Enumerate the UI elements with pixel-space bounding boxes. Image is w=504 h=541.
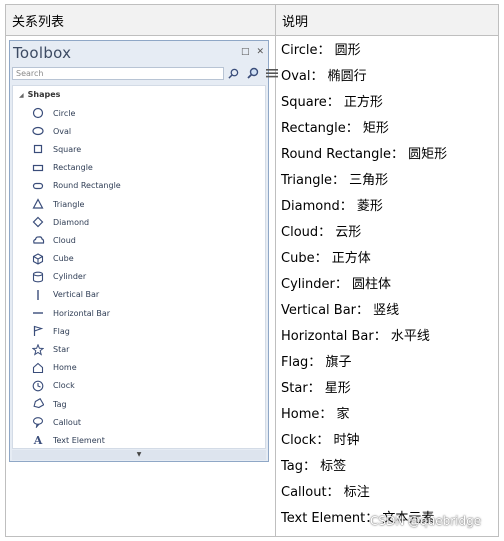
search-toolbar xyxy=(226,66,279,80)
tool-label: Flag xyxy=(53,326,70,336)
tool-item-cloud[interactable]: Cloud xyxy=(31,231,121,249)
tool-item-star[interactable]: Star xyxy=(31,340,121,358)
tool-label: Triangle xyxy=(53,199,85,209)
toolbox-body: ◢ Shapes Circle Oval Square Rectangle Rou… xyxy=(12,85,266,449)
tool-label: Cylinder xyxy=(53,272,87,282)
tool-label: Text Element xyxy=(53,435,105,445)
description-list: Circle： 圆形 Oval： 椭圆行 Square： 正方形 Rectang… xyxy=(281,40,447,534)
collapse-triangle-icon[interactable]: ◢ xyxy=(19,92,24,99)
description-clock: Clock： 时钟 xyxy=(281,433,360,448)
tool-item-cylinder[interactable]: Cylinder xyxy=(31,268,121,286)
tool-item-horizontal-bar[interactable]: Horizontal Bar xyxy=(31,304,121,322)
description-star: Star： 星形 xyxy=(281,381,351,396)
tool-label: Rectangle xyxy=(53,163,93,173)
square-icon xyxy=(31,143,45,155)
tool-label: Oval xyxy=(53,126,72,136)
tool-item-round-rectangle[interactable]: Round Rectangle xyxy=(31,177,121,195)
cylinder-icon xyxy=(31,271,45,283)
vertical-bar-icon xyxy=(31,289,45,301)
star-icon xyxy=(31,343,45,356)
scroll-down-arrow[interactable]: ▼ xyxy=(12,450,266,460)
menu-icon[interactable] xyxy=(264,66,279,80)
tool-label: Round Rectangle xyxy=(53,181,121,191)
text-element-icon: A xyxy=(33,433,43,447)
tool-item-flag[interactable]: Flag xyxy=(31,322,121,340)
description-cloud: Cloud： 云形 xyxy=(281,225,362,240)
description-square: Square： 正方形 xyxy=(281,95,383,110)
tool-item-tag[interactable]: Tag xyxy=(31,395,121,413)
tool-label: Circle xyxy=(53,108,76,118)
tool-label: Diamond xyxy=(53,217,90,227)
oval-icon xyxy=(31,125,45,137)
advanced-search-icon[interactable] xyxy=(245,66,260,80)
cube-icon xyxy=(31,252,45,265)
diamond-icon xyxy=(31,216,45,228)
tool-label: Home xyxy=(53,363,77,373)
shape-list: Circle Oval Square Rectangle Round Recta… xyxy=(31,104,121,448)
tool-item-vertical-bar[interactable]: Vertical Bar xyxy=(31,286,121,304)
tool-label: Callout xyxy=(53,417,82,427)
column-header-description: 说明 xyxy=(275,4,499,36)
search-input[interactable]: Search xyxy=(12,67,224,80)
tool-label: Square xyxy=(53,144,82,154)
description-round-rectangle: Round Rectangle： 圆矩形 xyxy=(281,147,448,162)
tool-item-rectangle[interactable]: Rectangle xyxy=(31,159,121,177)
round-rectangle-icon xyxy=(31,180,45,192)
tag-icon xyxy=(31,398,45,410)
search-icon[interactable] xyxy=(226,66,241,80)
description-vertical-bar: Vertical Bar： 竖线 xyxy=(281,303,400,318)
tool-item-triangle[interactable]: Triangle xyxy=(31,195,121,213)
description-flag: Flag： 旗子 xyxy=(281,355,352,370)
description-tag: Tag： 标签 xyxy=(281,459,347,474)
clock-icon xyxy=(31,380,45,392)
tool-item-text-element[interactable]: A Text Element xyxy=(31,431,121,448)
tool-item-clock[interactable]: Clock xyxy=(31,377,121,395)
tool-label: Star xyxy=(53,345,70,355)
dock-icon[interactable]: □ xyxy=(241,47,250,57)
tool-item-square[interactable]: Square xyxy=(31,140,121,158)
description-horizontal-bar: Horizontal Bar： 水平线 xyxy=(281,329,430,344)
triangle-icon xyxy=(31,198,45,210)
rectangle-icon xyxy=(31,162,45,174)
tool-label: Cloud xyxy=(53,235,76,245)
flag-icon xyxy=(31,325,45,337)
description-rectangle: Rectangle： 矩形 xyxy=(281,121,389,136)
description-circle: Circle： 圆形 xyxy=(281,43,361,58)
tool-item-diamond[interactable]: Diamond xyxy=(31,213,121,231)
tool-label: Vertical Bar xyxy=(53,290,100,300)
circle-icon xyxy=(31,107,45,119)
toolbox-panel: Toolbox □ ✕ Search ◢Shapes Circle Oval xyxy=(9,40,278,462)
home-icon xyxy=(31,362,45,374)
description-home: Home： 家 xyxy=(281,407,350,422)
description-callout: Callout： 标注 xyxy=(281,485,370,500)
tool-item-oval[interactable]: Oval xyxy=(31,122,121,140)
description-triangle: Triangle： 三角形 xyxy=(281,173,389,188)
description-cube: Cube： 正方体 xyxy=(281,251,371,266)
description-diamond: Diamond： 菱形 xyxy=(281,199,383,214)
tool-label: Cube xyxy=(53,254,74,264)
window-buttons: □ ✕ xyxy=(241,47,264,57)
tool-item-circle[interactable]: Circle xyxy=(31,104,121,122)
group-label: Shapes xyxy=(27,90,61,99)
callout-icon xyxy=(31,416,45,429)
tool-item-cube[interactable]: Cube xyxy=(31,250,121,268)
tool-item-callout[interactable]: Callout xyxy=(31,413,121,431)
description-cylinder: Cylinder： 圆柱体 xyxy=(281,277,391,292)
close-icon[interactable]: ✕ xyxy=(256,47,264,57)
tool-label: Clock xyxy=(53,381,75,391)
horizontal-bar-icon xyxy=(31,307,45,319)
column-header-relation-list: 关系列表 xyxy=(5,4,276,36)
description-oval: Oval： 椭圆行 xyxy=(281,69,367,84)
tool-label: Tag xyxy=(53,399,67,409)
tool-label: Horizontal Bar xyxy=(53,308,111,318)
tool-item-home[interactable]: Home xyxy=(31,359,121,377)
watermark: CSDN @quebridge xyxy=(370,514,482,528)
toolbox-title: Toolbox xyxy=(13,44,72,62)
group-header-shapes[interactable]: ◢ Shapes xyxy=(19,90,60,99)
cloud-icon xyxy=(31,234,45,246)
